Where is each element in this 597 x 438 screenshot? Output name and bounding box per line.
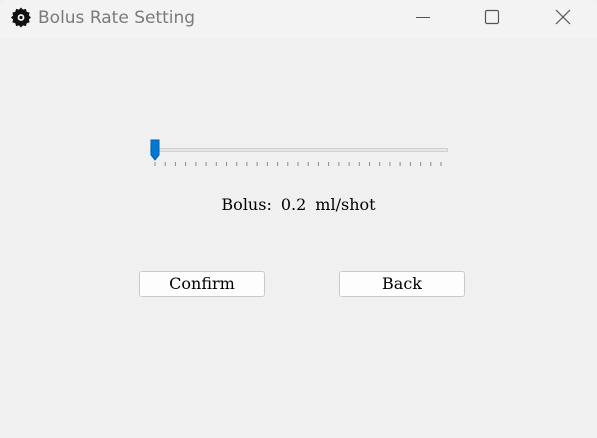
bolus-rate-slider[interactable]	[148, 138, 450, 170]
bolus-rate-window: Bolus Rate Setting Bolus: 0.2 ml/shot Co…	[0, 0, 597, 438]
title-bar[interactable]: Bolus Rate Setting	[0, 0, 597, 38]
minimize-icon	[416, 17, 430, 18]
close-icon	[555, 9, 571, 25]
maximize-button[interactable]	[469, 0, 515, 36]
confirm-button[interactable]: Confirm	[139, 271, 265, 297]
slider-handle[interactable]	[150, 139, 160, 161]
close-button[interactable]	[540, 0, 586, 36]
gear-icon	[9, 6, 33, 30]
window-title: Bolus Rate Setting	[38, 8, 196, 28]
slider-tick-marks	[154, 162, 442, 166]
dialog-content: Bolus: 0.2 ml/shot Confirm Back	[0, 38, 597, 438]
bolus-value-label: Bolus: 0.2 ml/shot	[0, 195, 597, 215]
bolus-value: 0.2	[280, 195, 307, 214]
bolus-unit: ml/shot	[315, 195, 376, 214]
bolus-prefix: Bolus:	[221, 195, 272, 214]
maximize-icon	[484, 9, 500, 25]
minimize-button[interactable]	[400, 0, 446, 36]
slider-groove[interactable]	[150, 148, 448, 152]
back-button[interactable]: Back	[339, 271, 465, 297]
